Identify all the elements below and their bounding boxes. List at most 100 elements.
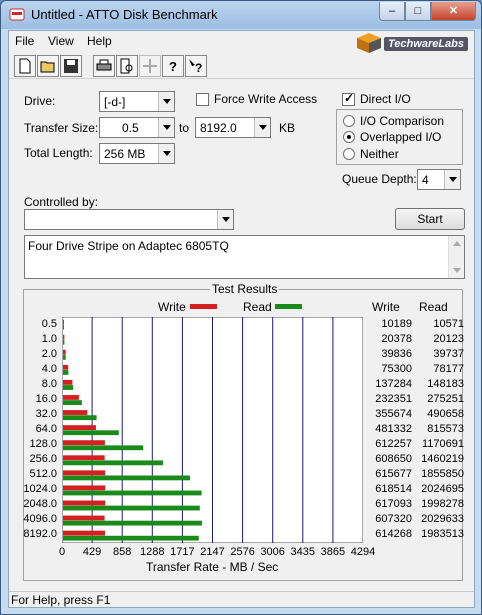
read-value: 39737 (433, 347, 464, 360)
read-bar (63, 415, 97, 421)
row-label: 32.0 (35, 407, 57, 420)
move-button[interactable] (139, 55, 161, 77)
row-label: 2048.0 (23, 498, 57, 511)
transfer-size-label: Transfer Size: (24, 121, 99, 135)
direct-io-checkbox[interactable] (342, 91, 355, 106)
write-bar (63, 440, 105, 446)
maximize-button[interactable]: □ (405, 2, 431, 21)
write-bar (63, 425, 96, 430)
force-write-checkbox[interactable] (196, 93, 209, 106)
new-button[interactable] (14, 55, 36, 77)
row-label: 16.0 (35, 392, 57, 405)
move-icon (143, 59, 157, 73)
description-textarea[interactable]: Four Drive Stripe on Adaptec 6805TQ (24, 235, 465, 279)
queue-depth-select[interactable]: 4 (417, 169, 461, 190)
x-tick-label: 4294 (350, 546, 376, 558)
close-button[interactable]: ✕ (431, 2, 476, 21)
menu-view[interactable]: View (48, 34, 74, 48)
transfer-to-select[interactable]: 8192.0 (195, 117, 271, 138)
row-label: 256.0 (29, 453, 57, 466)
column-header-write: Write (372, 300, 400, 314)
write-bar (63, 379, 73, 385)
write-value: 608650 (375, 453, 412, 466)
overlapped-io-label: Overlapped I/O (360, 130, 442, 144)
open-button[interactable] (37, 55, 59, 77)
write-value: 612257 (375, 438, 412, 451)
menu-file[interactable]: File (15, 34, 34, 48)
print-preview-icon (120, 58, 133, 74)
write-value: 481332 (375, 423, 412, 435)
menu-bar: File View Help TechwareLabs (9, 31, 474, 53)
row-label: 2.0 (41, 347, 57, 360)
menu-help[interactable]: Help (87, 34, 112, 48)
context-help-button[interactable]: ? (185, 55, 207, 77)
read-bar (63, 400, 82, 405)
row-label: 0.5 (41, 317, 57, 330)
read-bar (63, 460, 163, 466)
help-button[interactable]: ? (162, 55, 184, 77)
read-value: 1998278 (421, 498, 464, 511)
print-preview-button[interactable] (116, 55, 138, 77)
client-area: File View Help TechwareLabs ? ? Drive: [… (8, 30, 475, 608)
drive-value: [-d-] (104, 95, 126, 109)
chevron-down-icon[interactable] (158, 92, 174, 111)
help-icon: ? (169, 59, 177, 74)
description-text: Four Drive Stripe on Adaptec 6805TQ (28, 239, 229, 253)
read-bar (63, 324, 64, 330)
read-value: 1855850 (421, 468, 464, 481)
write-value: 232351 (375, 392, 412, 405)
io-comparison-label: I/O Comparison (360, 114, 445, 128)
chevron-down-icon[interactable] (444, 170, 460, 189)
row-label: 1024.0 (23, 483, 57, 496)
legend-write-label: Write (158, 300, 186, 314)
radio-io-comparison[interactable] (343, 115, 355, 127)
read-value: 10571 (433, 317, 464, 330)
column-header-read: Read (419, 300, 448, 314)
title-bar[interactable]: Untitled - ATTO Disk Benchmark ‒ □ ✕ (1, 1, 481, 29)
scroll-down-icon[interactable] (453, 268, 461, 273)
transfer-from-select[interactable]: 0.5 (99, 117, 175, 138)
to-label: to (179, 121, 190, 135)
read-value: 815573 (427, 423, 464, 435)
queue-depth-label: Queue Depth: (342, 172, 417, 186)
chevron-down-icon[interactable] (217, 210, 233, 229)
svg-text:?: ? (195, 61, 202, 74)
write-bar (63, 485, 106, 491)
start-button[interactable]: Start (395, 208, 465, 230)
scroll-up-icon[interactable] (453, 241, 461, 246)
read-value: 490658 (427, 407, 464, 420)
save-button[interactable] (60, 55, 82, 77)
read-bar (63, 430, 119, 436)
neither-label: Neither (360, 147, 399, 161)
print-button[interactable] (93, 55, 115, 77)
new-icon (19, 58, 31, 74)
legend-read-swatch (275, 304, 302, 309)
radio-neither[interactable] (343, 148, 355, 160)
status-bar: For Help, press F1 (9, 591, 474, 608)
save-icon (64, 59, 78, 73)
row-label: 8.0 (41, 377, 57, 390)
write-value: 618514 (375, 483, 412, 496)
read-bar (63, 445, 144, 451)
write-bar (63, 319, 64, 325)
radio-overlapped-io[interactable] (343, 131, 355, 143)
chevron-down-icon[interactable] (158, 144, 174, 163)
write-value: 75300 (381, 362, 412, 375)
write-value: 614268 (375, 528, 412, 541)
write-value: 615677 (375, 468, 412, 481)
minimize-button[interactable]: ‒ (379, 2, 405, 21)
print-icon (96, 59, 112, 71)
chevron-down-icon[interactable] (158, 118, 174, 137)
controlled-by-select[interactable] (24, 209, 234, 230)
description-scrollbar[interactable] (448, 236, 464, 278)
read-value: 2029633 (421, 513, 464, 526)
total-length-select[interactable]: 256 MB (99, 143, 175, 164)
write-bar (63, 470, 106, 476)
transfer-to-value: 8192.0 (200, 121, 237, 135)
drive-select[interactable]: [-d-] (99, 91, 175, 112)
logo-text: TechwareLabs (384, 37, 469, 51)
svg-text:?: ? (169, 59, 177, 74)
chevron-down-icon[interactable] (254, 118, 270, 137)
write-value: 607320 (375, 513, 412, 526)
write-bar (63, 515, 105, 521)
